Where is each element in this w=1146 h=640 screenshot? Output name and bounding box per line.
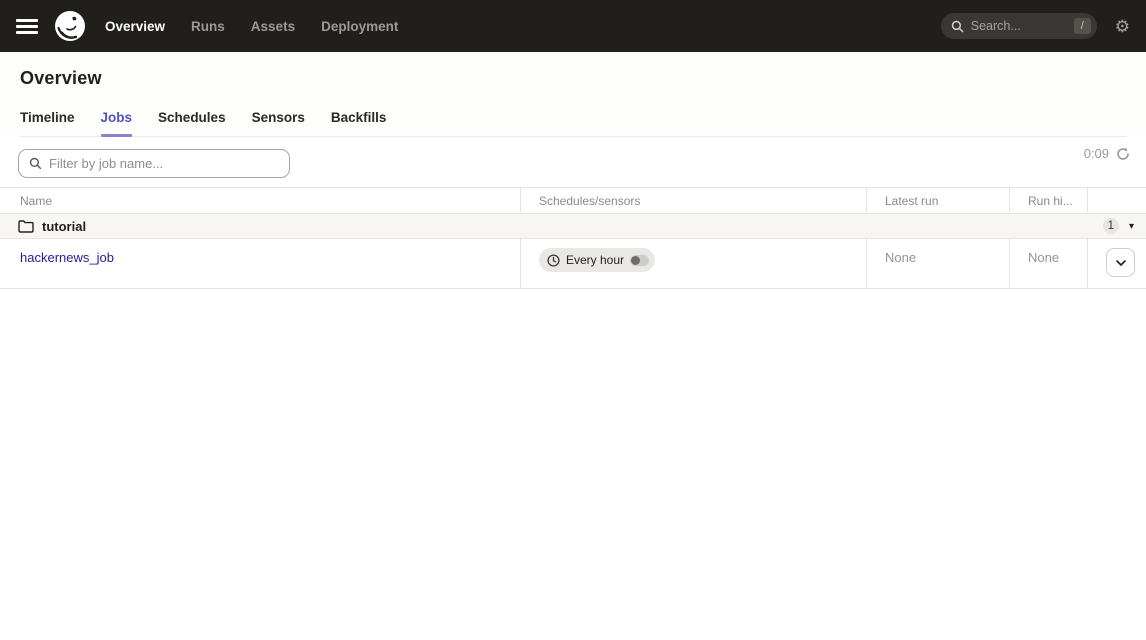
row-expand-button[interactable] — [1106, 248, 1135, 277]
gear-icon[interactable]: ⚙ — [1115, 18, 1130, 35]
primary-nav: Overview Runs Assets Deployment — [105, 19, 398, 34]
clock-icon — [547, 254, 560, 267]
overview-tabs: Timeline Jobs Schedules Sensors Backfill… — [20, 110, 1126, 136]
refresh-countdown: 0:09 — [1084, 146, 1109, 161]
column-header-run-history: Run hi... — [1009, 188, 1087, 213]
table-header-row: Name Schedules/sensors Latest run Run hi… — [0, 188, 1146, 214]
tab-jobs[interactable]: Jobs — [101, 110, 133, 136]
table-row: hackernews_job Every hour None None — [0, 239, 1146, 289]
tab-backfills[interactable]: Backfills — [331, 110, 387, 136]
schedule-chip-label: Every hour — [566, 253, 624, 267]
global-search-input[interactable]: Search... / — [941, 13, 1097, 39]
page-title: Overview — [20, 68, 1126, 89]
schedule-toggle[interactable] — [630, 255, 649, 266]
nav-item-deployment[interactable]: Deployment — [321, 19, 398, 34]
column-header-name: Name — [0, 188, 520, 213]
dagster-logo-icon[interactable] — [53, 9, 87, 43]
group-name: tutorial — [42, 219, 86, 234]
search-placeholder: Search... — [971, 19, 1074, 33]
job-link-hackernews-job[interactable]: hackernews_job — [20, 250, 114, 265]
folder-icon — [18, 220, 34, 233]
jobs-table: Name Schedules/sensors Latest run Run hi… — [0, 187, 1146, 289]
filter-placeholder: Filter by job name... — [49, 156, 163, 171]
hamburger-menu-icon[interactable] — [16, 19, 38, 34]
caret-down-icon[interactable]: ▾ — [1129, 221, 1134, 232]
nav-item-overview[interactable]: Overview — [105, 19, 165, 34]
tab-schedules[interactable]: Schedules — [158, 110, 226, 136]
group-row-tutorial[interactable]: tutorial 1 ▾ — [0, 214, 1146, 239]
search-icon — [951, 20, 964, 33]
group-count-badge: 1 — [1103, 218, 1119, 234]
filter-search-icon — [29, 157, 42, 170]
latest-run-value: None — [885, 248, 916, 265]
schedule-chip[interactable]: Every hour — [539, 248, 655, 272]
search-shortcut-badge: / — [1074, 18, 1091, 34]
page-header: Overview Timeline Jobs Schedules Sensors… — [0, 52, 1146, 137]
refresh-icon[interactable] — [1116, 147, 1130, 161]
column-header-actions — [1087, 188, 1146, 213]
top-navbar: Overview Runs Assets Deployment Search..… — [0, 0, 1146, 52]
nav-item-assets[interactable]: Assets — [251, 19, 295, 34]
nav-item-runs[interactable]: Runs — [191, 19, 225, 34]
column-header-latest-run: Latest run — [866, 188, 1009, 213]
job-filter-input[interactable]: Filter by job name... — [18, 149, 290, 178]
run-history-value: None — [1028, 248, 1059, 265]
tab-sensors[interactable]: Sensors — [252, 110, 305, 136]
column-header-schedules: Schedules/sensors — [520, 188, 866, 213]
tab-timeline[interactable]: Timeline — [20, 110, 75, 136]
chevron-down-icon — [1115, 259, 1127, 267]
